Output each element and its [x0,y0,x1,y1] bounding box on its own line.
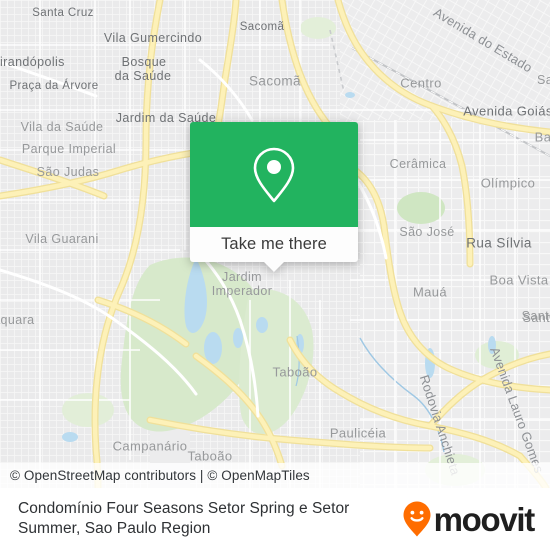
popup-pin-area [190,122,358,227]
moovit-wordmark: moovit [433,500,536,538]
attribution-text: © OpenStreetMap contributors | © OpenMap… [10,468,310,483]
map-pin-icon [253,147,295,202]
location-popup-card[interactable]: Take me there [190,122,358,272]
moovit-logo[interactable]: moovit [402,500,536,538]
take-me-there-button[interactable]: Take me there [190,227,358,272]
take-me-there-label: Take me there [221,235,327,253]
popup-tail-pointer [263,261,285,272]
map-attribution-bar: © OpenStreetMap contributors | © OpenMap… [0,463,550,488]
page-title: Condomínio Four Seasons Setor Spring e S… [18,500,350,537]
footer-bar: Condomínio Four Seasons Setor Spring e S… [0,488,550,550]
moovit-smiley-pin-icon [403,501,431,537]
map-screenshot-page: Santa CruzVila GumercindoSacomãSacomãMir… [0,0,550,550]
map-canvas[interactable]: Santa CruzVila GumercindoSacomãSacomãMir… [0,0,550,488]
